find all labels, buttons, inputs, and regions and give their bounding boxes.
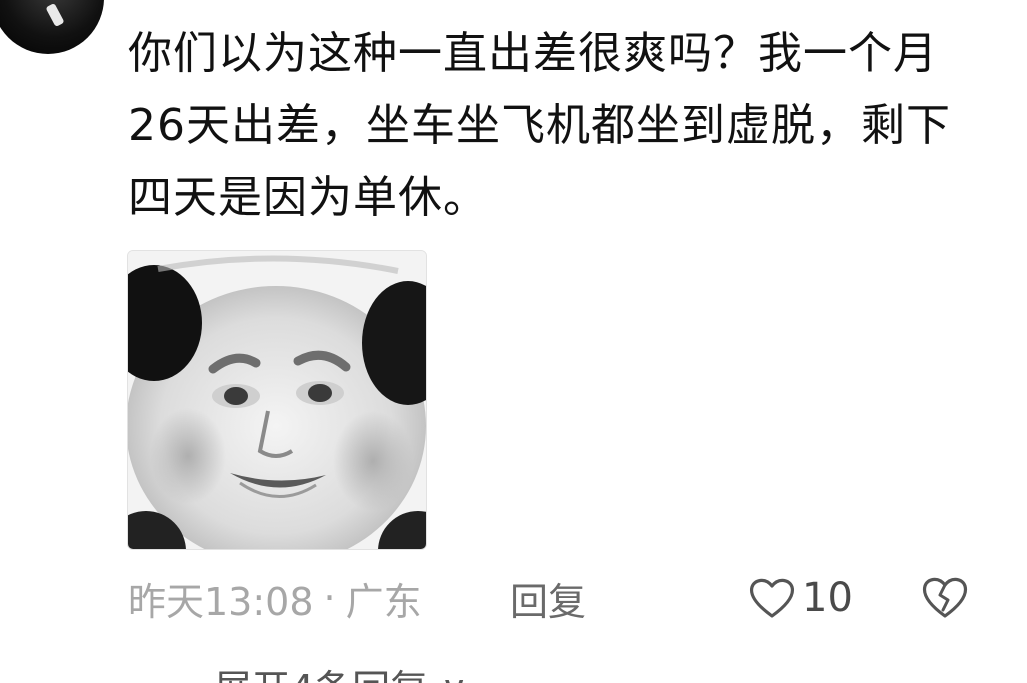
comment-text: 你们以为这种一直出差很爽吗？我一个月26天出差，坐车坐飞机都坐到虚脱，剩下四天是… <box>128 28 951 223</box>
expand-replies-link[interactable]: 展开4条回复 ∨ <box>214 658 468 683</box>
broken-heart-icon <box>922 577 968 618</box>
avatar-highlight <box>45 2 65 28</box>
comment-meta: 昨天13:08 · 广东 <box>128 572 422 624</box>
user-avatar[interactable] <box>0 0 104 54</box>
like-count: 10 <box>802 575 853 621</box>
heart-outline-icon <box>749 578 795 618</box>
comment-page: 你们以为这种一直出差很爽吗？我一个月26天出差，坐车坐飞机都坐到虚脱，剩下四天是… <box>0 0 1027 683</box>
comment-location: 广东 <box>345 579 422 624</box>
panda-face-meme-sticker <box>128 251 426 549</box>
comment-time: 昨天13:08 <box>128 579 314 624</box>
meme-sticker-image[interactable] <box>127 250 427 550</box>
like-button[interactable]: 10 <box>748 572 853 624</box>
reply-button[interactable]: 回复 <box>510 572 586 624</box>
meta-separator: · <box>323 576 336 620</box>
dislike-button[interactable] <box>920 574 970 624</box>
